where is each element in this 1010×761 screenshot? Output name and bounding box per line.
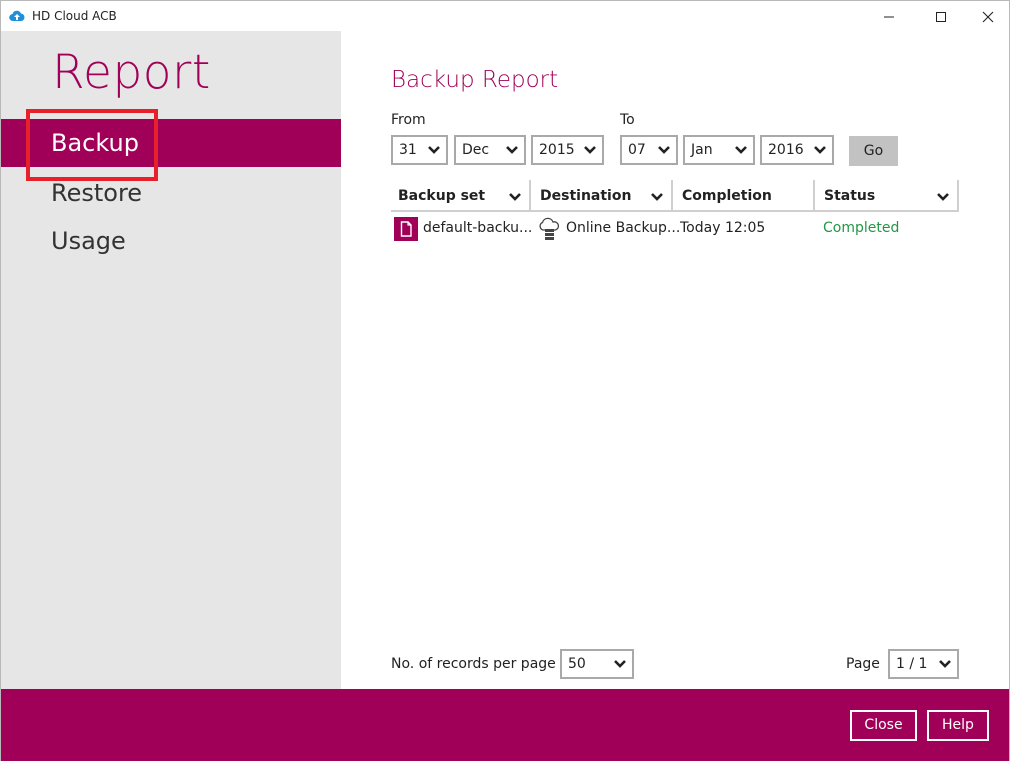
from-year-select[interactable]: 2015 — [531, 135, 604, 165]
completion-cell: Today 12:05 — [680, 220, 766, 236]
main-panel: Backup Report From To 31 Dec 2015 07 Jan… — [341, 31, 1009, 689]
title-bar: HD Cloud ACB — [0, 0, 1010, 31]
chevron-down-icon — [509, 193, 521, 201]
column-header-status[interactable]: Status — [817, 180, 959, 211]
chevron-down-icon — [937, 193, 949, 201]
window-title: HD Cloud ACB — [32, 9, 117, 23]
go-button[interactable]: Go — [849, 136, 898, 166]
from-day-value: 31 — [399, 142, 417, 158]
from-day-select[interactable]: 31 — [391, 135, 448, 165]
minimize-button[interactable] — [866, 1, 912, 32]
status-cell: Completed — [823, 220, 900, 236]
sidebar-item-backup[interactable]: Backup — [1, 119, 341, 167]
chevron-down-icon — [428, 146, 440, 154]
help-button[interactable]: Help — [927, 710, 989, 741]
chevron-down-icon — [584, 146, 596, 154]
to-year-value: 2016 — [768, 142, 804, 158]
close-window-button[interactable] — [965, 1, 1010, 32]
to-month-value: Jan — [691, 142, 713, 158]
chevron-down-icon — [506, 146, 518, 154]
column-header-label: Status — [824, 188, 876, 204]
file-icon — [394, 217, 418, 241]
from-year-value: 2015 — [539, 142, 575, 158]
close-button[interactable]: Close — [850, 710, 917, 741]
cloud-upload-icon — [9, 10, 25, 22]
chevron-down-icon — [651, 193, 663, 201]
from-month-select[interactable]: Dec — [454, 135, 526, 165]
sidebar-item-usage[interactable]: Usage — [1, 217, 341, 265]
table-header: Backup set Destination Completion Status — [391, 180, 959, 212]
page-value: 1 / 1 — [896, 656, 928, 672]
chevron-down-icon — [658, 146, 670, 154]
to-day-value: 07 — [628, 142, 646, 158]
maximize-button[interactable] — [918, 1, 964, 32]
sidebar-heading: Report — [52, 45, 211, 100]
records-per-page-select[interactable]: 50 — [560, 649, 634, 679]
page-label: Page — [846, 656, 880, 672]
column-header-label: Destination — [540, 188, 632, 204]
page-select[interactable]: 1 / 1 — [888, 649, 959, 679]
column-header-destination[interactable]: Destination — [533, 180, 673, 211]
bottom-bar: Close Help — [1, 689, 1009, 761]
table-row[interactable]: default-backu... Online Backup... Today … — [391, 214, 959, 242]
records-per-page-label: No. of records per page — [391, 656, 556, 672]
from-month-value: Dec — [462, 142, 490, 158]
to-label: To — [620, 112, 635, 128]
backup-set-cell: default-backu... — [423, 220, 533, 236]
column-header-completion[interactable]: Completion — [675, 180, 815, 211]
chevron-down-icon — [614, 660, 626, 668]
sidebar: Report Backup Restore Usage — [1, 31, 341, 689]
column-header-label: Completion — [682, 188, 772, 204]
to-year-select[interactable]: 2016 — [760, 135, 834, 165]
to-day-select[interactable]: 07 — [620, 135, 678, 165]
destination-cell: Online Backup... — [566, 220, 681, 236]
maximize-icon — [936, 11, 946, 22]
column-header-backup-set[interactable]: Backup set — [391, 180, 531, 211]
from-label: From — [391, 112, 426, 128]
chevron-down-icon — [735, 146, 747, 154]
to-month-select[interactable]: Jan — [683, 135, 755, 165]
page-title: Backup Report — [391, 67, 559, 93]
column-header-label: Backup set — [398, 188, 486, 204]
cloud-storage-icon — [539, 217, 560, 240]
sidebar-item-restore[interactable]: Restore — [1, 169, 341, 217]
close-icon — [982, 11, 994, 22]
chevron-down-icon — [939, 660, 951, 668]
chevron-down-icon — [814, 146, 826, 154]
records-per-page-value: 50 — [568, 656, 586, 672]
minimize-icon — [884, 16, 894, 17]
